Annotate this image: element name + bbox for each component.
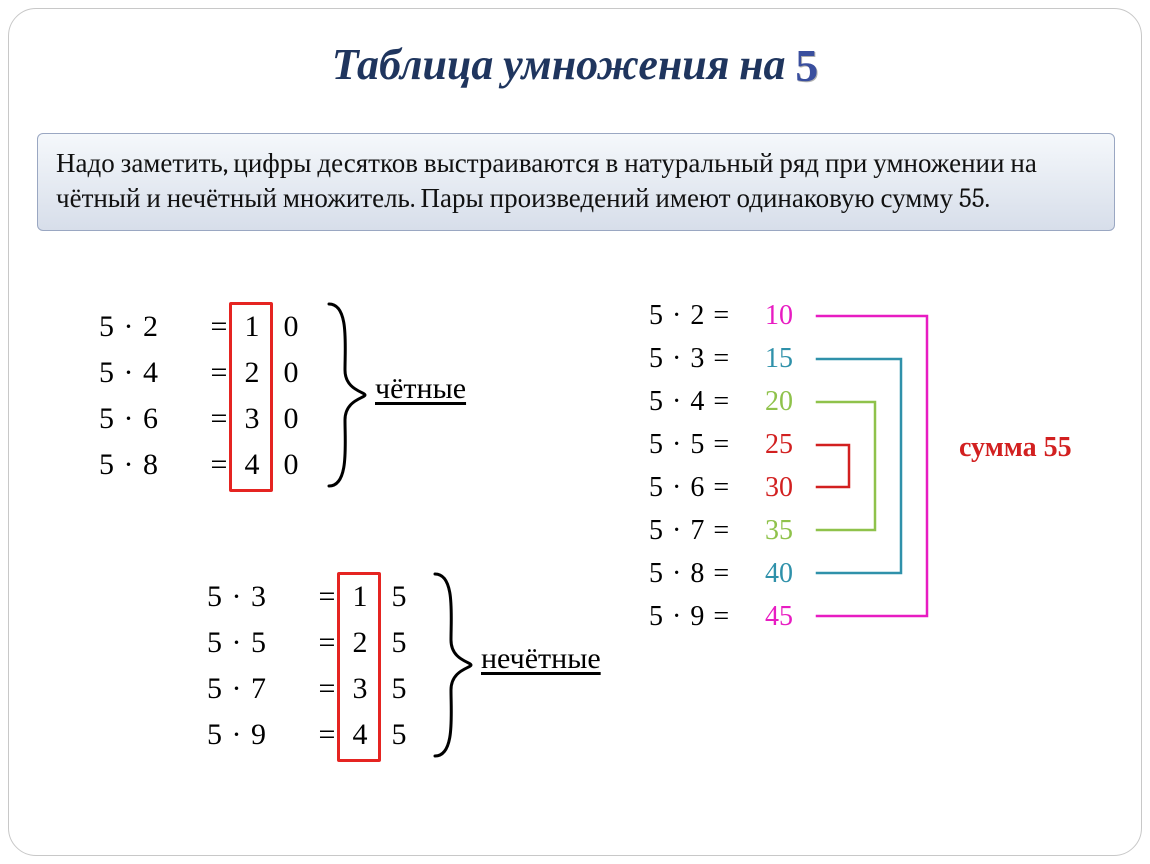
bracket-pair-3: [817, 445, 849, 487]
expr: 5 · 3 =: [649, 343, 765, 375]
content-area: 5 · 2 = 1 0 5 · 4 = 2 0 5 · 6 = 3 0 5 · …: [9, 294, 1141, 854]
bracket-pair-1: [817, 359, 901, 573]
even-group: 5 · 2 = 1 0 5 · 4 = 2 0 5 · 6 = 3 0 5 · …: [99, 304, 311, 488]
table-row: 5 · 3 = 1 5: [207, 574, 419, 620]
page-title: Таблица умножения на 5: [9, 37, 1141, 90]
expr: 5 · 7 =: [649, 515, 765, 547]
sum-pairs-column: 5 · 2 =10 5 · 3 =15 5 · 4 =20 5 · 5 =25 …: [649, 294, 819, 638]
result-value: 10: [765, 300, 819, 332]
expr-lhs: 5 · 2: [99, 310, 205, 344]
expr: 5 · 9 =: [649, 601, 765, 633]
expr: 5 · 2 =: [649, 300, 765, 332]
expr: 5 · 8 =: [649, 558, 765, 590]
tens-highlight-box: [229, 302, 273, 492]
table-row: 5 · 8 =40: [649, 552, 819, 595]
expr-lhs: 5 · 7: [207, 672, 313, 706]
brace-odd: нечётные: [433, 570, 673, 760]
table-row: 5 · 8 = 4 0: [99, 442, 311, 488]
pair-brackets: [815, 294, 945, 638]
table-row: 5 · 7 = 3 5: [207, 666, 419, 712]
bracket-pair-2: [817, 402, 875, 530]
expr: 5 · 4 =: [649, 386, 765, 418]
units-digit: 0: [271, 356, 311, 390]
bracket-pair-0: [817, 316, 927, 616]
table-row: 5 · 6 =30: [649, 466, 819, 509]
result-value: 30: [765, 472, 819, 504]
table-row: 5 · 6 = 3 0: [99, 396, 311, 442]
note-text: Надо заметить, цифры десятков выстраиваю…: [56, 148, 1037, 214]
table-row: 5 · 4 = 2 0: [99, 350, 311, 396]
slide-frame: Таблица умножения на 5 Надо заметить, ци…: [8, 8, 1142, 856]
units-digit: 5: [379, 626, 419, 660]
units-digit: 5: [379, 580, 419, 614]
table-row: 5 · 2 = 1 0: [99, 304, 311, 350]
table-row: 5 · 9 =45: [649, 595, 819, 638]
units-digit: 0: [271, 402, 311, 436]
units-digit: 5: [379, 718, 419, 752]
table-row: 5 · 9 = 4 5: [207, 712, 419, 758]
table-row: 5 · 2 =10: [649, 294, 819, 337]
brace-even: чётные: [327, 300, 547, 490]
result-value: 35: [765, 515, 819, 547]
odd-label: нечётные: [481, 642, 601, 676]
even-label: чётные: [375, 372, 466, 406]
table-row: 5 · 3 =15: [649, 337, 819, 380]
expr-lhs: 5 · 8: [99, 448, 205, 482]
expr-lhs: 5 · 5: [207, 626, 313, 660]
expr-lhs: 5 · 4: [99, 356, 205, 390]
result-value: 40: [765, 558, 819, 590]
title-digit-5: 5: [795, 39, 818, 92]
table-row: 5 · 7 =35: [649, 509, 819, 552]
expr: 5 · 5 =: [649, 429, 765, 461]
result-value: 15: [765, 343, 819, 375]
odd-group: 5 · 3 = 1 5 5 · 5 = 2 5 5 · 7 = 3 5 5 · …: [207, 574, 419, 758]
table-row: 5 · 4 =20: [649, 380, 819, 423]
units-digit: 0: [271, 310, 311, 344]
result-value: 25: [765, 429, 819, 461]
sum-label: сумма 55: [959, 432, 1072, 464]
table-row: 5 · 5 =25: [649, 423, 819, 466]
pair-brackets-icon: [815, 294, 945, 638]
expr: 5 · 6 =: [649, 472, 765, 504]
expr-lhs: 5 · 6: [99, 402, 205, 436]
expr-lhs: 5 · 9: [207, 718, 313, 752]
expr-lhs: 5 · 3: [207, 580, 313, 614]
result-value: 20: [765, 386, 819, 418]
units-digit: 5: [379, 672, 419, 706]
tens-highlight-box: [337, 572, 381, 762]
result-value: 45: [765, 601, 819, 633]
table-row: 5 · 5 = 2 5: [207, 620, 419, 666]
brace-icon: [433, 570, 475, 760]
note-panel: Надо заметить, цифры десятков выстраиваю…: [37, 133, 1115, 231]
brace-icon: [327, 300, 369, 490]
units-digit: 0: [271, 448, 311, 482]
title-text: Таблица умножения на: [332, 39, 786, 90]
